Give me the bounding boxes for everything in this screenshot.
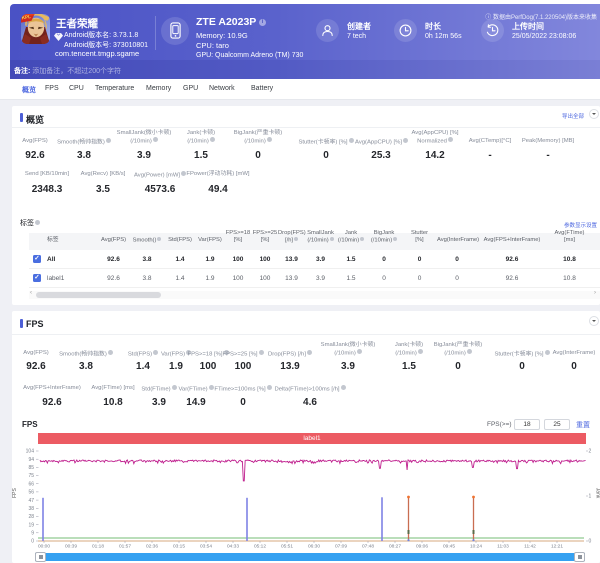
svg-text:11:03: 11:03 (497, 544, 509, 550)
svg-text:09:06: 09:06 (416, 544, 428, 550)
svg-text:05:51: 05:51 (281, 544, 293, 550)
svg-text:09:45: 09:45 (443, 544, 455, 550)
svg-text:02:36: 02:36 (146, 544, 158, 550)
svg-text:00:39: 00:39 (65, 544, 77, 550)
svg-text:08:27: 08:27 (389, 544, 401, 550)
svg-text:Jank: Jank (595, 488, 600, 499)
svg-text:19: 19 (28, 522, 34, 528)
svg-text:75: 75 (28, 473, 34, 479)
svg-text:11:42: 11:42 (524, 544, 536, 550)
svg-text:10:24: 10:24 (470, 544, 482, 550)
svg-text:03:54: 03:54 (200, 544, 212, 550)
svg-text:28: 28 (28, 514, 34, 520)
svg-text:47: 47 (28, 498, 34, 504)
svg-text:05:12: 05:12 (254, 544, 266, 550)
svg-text:06:30: 06:30 (308, 544, 320, 550)
svg-text:01:57: 01:57 (119, 544, 131, 550)
svg-text:0: 0 (31, 539, 34, 545)
svg-text:85: 85 (28, 465, 34, 471)
svg-text:2: 2 (589, 449, 592, 455)
svg-text:104: 104 (26, 449, 35, 455)
svg-text:04:33: 04:33 (227, 544, 239, 550)
svg-text:FPS: FPS (12, 487, 18, 497)
svg-text:66: 66 (28, 481, 34, 487)
svg-text:07:48: 07:48 (362, 544, 374, 550)
svg-text:94: 94 (28, 457, 34, 463)
svg-text:1: 1 (589, 494, 592, 500)
svg-text:12:21: 12:21 (551, 544, 563, 550)
svg-text:07:09: 07:09 (335, 544, 347, 550)
svg-text:00:00: 00:00 (38, 544, 50, 550)
svg-text:0: 0 (589, 539, 592, 545)
svg-text:38: 38 (28, 506, 34, 512)
svg-text:01:18: 01:18 (92, 544, 104, 550)
svg-text:03:15: 03:15 (173, 544, 185, 550)
svg-text:9: 9 (31, 531, 34, 537)
svg-text:56: 56 (28, 490, 34, 496)
